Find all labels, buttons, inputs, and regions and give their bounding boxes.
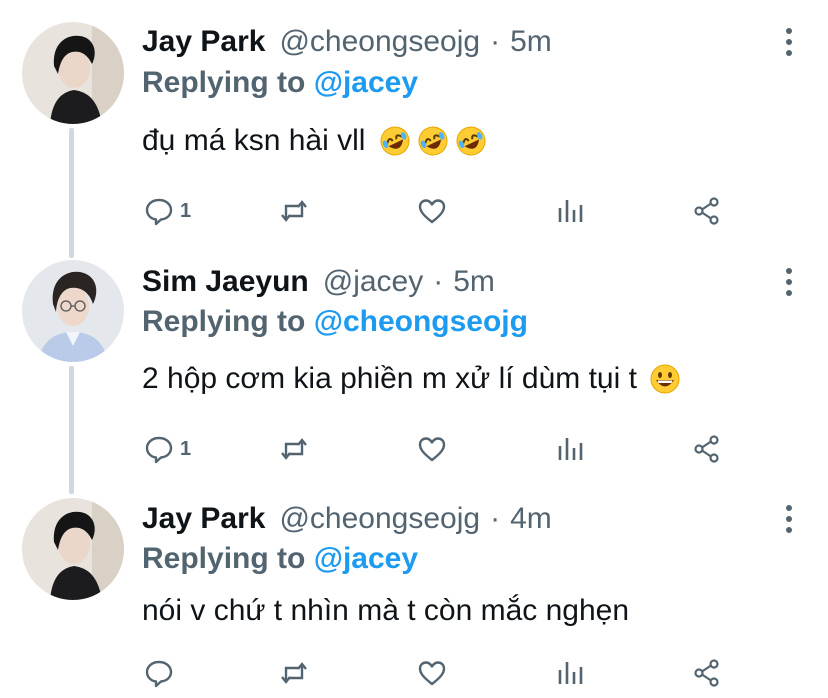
rolling-on-floor-laughing-icon	[379, 125, 411, 157]
author-name[interactable]: Sim Jaeyun	[142, 265, 309, 299]
retweet-button[interactable]	[279, 431, 309, 467]
author-handle[interactable]: @jacey	[323, 265, 424, 299]
share-nodes-icon	[694, 659, 719, 687]
replying-to-handle[interactable]: @jacey	[314, 542, 418, 575]
tweet-text: đụ má ksn hài vll	[142, 124, 487, 158]
analytics-button[interactable]	[555, 431, 585, 467]
thread-connector-line	[69, 128, 74, 258]
author-name[interactable]: Jay Park	[142, 502, 265, 536]
retweet-arrows-icon	[281, 200, 307, 222]
tweet-actions: 1	[142, 193, 742, 229]
replying-to-label: Replying to	[142, 66, 306, 99]
separator-dot: ·	[490, 502, 501, 535]
like-button[interactable]	[417, 431, 447, 467]
replying-to: Replying to @cheongseojg	[142, 305, 528, 339]
tweet-header: Sim Jaeyun @jacey · 5m	[142, 262, 495, 302]
replying-to-label: Replying to	[142, 305, 306, 338]
vertical-dots-icon[interactable]	[774, 499, 804, 539]
author-handle[interactable]: @cheongseojg	[279, 502, 480, 536]
tweet-header: Jay Park @cheongseojg · 5m	[142, 22, 552, 62]
author-handle[interactable]: @cheongseojg	[279, 25, 480, 59]
replying-to: Replying to @jacey	[142, 66, 418, 100]
tweet-body: đụ má ksn hài vll	[142, 124, 366, 157]
heart-icon	[418, 437, 446, 462]
avatar[interactable]	[22, 22, 124, 124]
tweet-actions	[142, 655, 742, 691]
replying-to-handle[interactable]: @jacey	[314, 66, 418, 99]
timestamp[interactable]: 5m	[510, 25, 552, 59]
heart-icon	[418, 661, 446, 686]
reply-count: 1	[180, 199, 192, 222]
like-button[interactable]	[417, 655, 447, 691]
tweet-text: nói v chứ t nhìn mà t còn mắc nghẹn	[142, 594, 629, 628]
replying-to: Replying to @jacey	[142, 542, 418, 576]
avatar[interactable]	[22, 260, 124, 362]
share-button[interactable]	[692, 431, 722, 467]
bar-chart-icon	[558, 200, 583, 222]
heart-icon	[418, 199, 446, 224]
avatar[interactable]	[22, 498, 124, 600]
analytics-button[interactable]	[555, 655, 585, 691]
tweet-header: Jay Park @cheongseojg · 4m	[142, 499, 552, 539]
speech-bubble-icon	[145, 436, 173, 464]
retweet-button[interactable]	[279, 655, 309, 691]
tweet-body: nói v chứ t nhìn mà t còn mắc nghẹn	[142, 594, 630, 627]
separator-dot: ·	[433, 265, 444, 298]
reply-button[interactable]: 1	[144, 431, 191, 467]
rolling-on-floor-laughing-icon	[417, 125, 449, 157]
share-button[interactable]	[692, 193, 722, 229]
thread-connector-line	[69, 366, 74, 494]
share-button[interactable]	[692, 655, 722, 691]
bar-chart-icon	[558, 438, 583, 460]
reply-count: 1	[180, 437, 192, 460]
vertical-dots-icon[interactable]	[774, 22, 804, 62]
speech-bubble-icon	[145, 660, 173, 688]
replying-to-handle[interactable]: @cheongseojg	[314, 305, 528, 338]
vertical-dots-icon[interactable]	[774, 262, 804, 302]
analytics-button[interactable]	[555, 193, 585, 229]
replying-to-label: Replying to	[142, 542, 306, 575]
like-button[interactable]	[417, 193, 447, 229]
author-name[interactable]: Jay Park	[142, 25, 265, 59]
tweet-body: 2 hộp cơm kia phiền m xử lí dùm tụi t	[142, 362, 637, 395]
speech-bubble-icon	[145, 198, 173, 226]
grinning-face-icon	[649, 363, 681, 395]
retweet-arrows-icon	[281, 438, 307, 460]
separator-dot: ·	[490, 25, 501, 58]
tweet-actions: 1	[142, 431, 742, 467]
reply-button[interactable]	[144, 655, 174, 691]
retweet-arrows-icon	[281, 662, 307, 684]
bar-chart-icon	[558, 662, 583, 684]
reply-button[interactable]: 1	[144, 193, 191, 229]
timestamp[interactable]: 4m	[510, 502, 552, 536]
share-nodes-icon	[694, 435, 719, 463]
rolling-on-floor-laughing-icon	[455, 125, 487, 157]
tweet-text: 2 hộp cơm kia phiền m xử lí dùm tụi t	[142, 362, 681, 396]
timestamp[interactable]: 5m	[453, 265, 495, 299]
retweet-button[interactable]	[279, 193, 309, 229]
share-nodes-icon	[694, 197, 719, 225]
